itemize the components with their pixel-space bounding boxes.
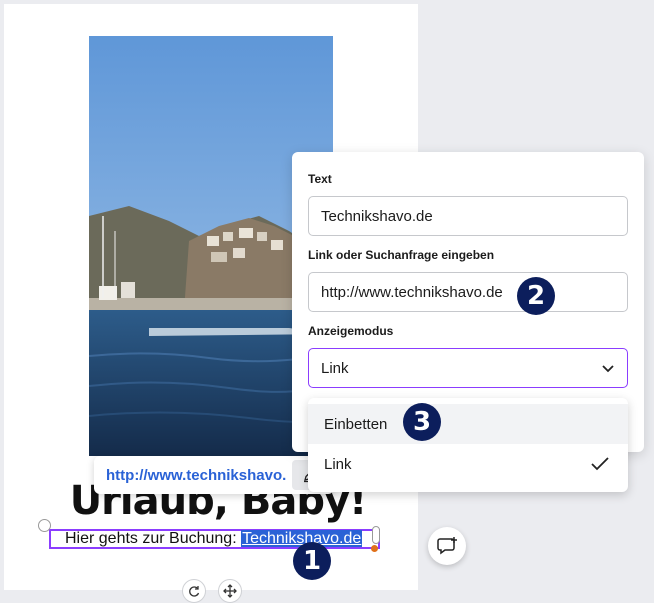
text-label: Text <box>308 172 332 186</box>
step-badge-1: 1 <box>293 542 331 580</box>
link-chip-url: http://www.technikshavo. <box>106 466 287 484</box>
step-badge-2: 2 <box>517 277 555 315</box>
option-link[interactable]: Link <box>308 444 628 484</box>
display-mode-dropdown: Einbetten Link <box>308 398 628 492</box>
rotate-icon[interactable] <box>182 579 206 603</box>
display-mode-select[interactable]: Link <box>308 348 628 388</box>
link-input[interactable]: http://www.technikshavo.de <box>308 272 628 312</box>
option-embed[interactable]: Einbetten <box>308 404 628 444</box>
link-label: Link oder Suchanfrage eingeben <box>308 248 495 262</box>
text-input[interactable]: Technikshavo.de <box>308 196 628 236</box>
selection-dot <box>371 545 378 552</box>
step-badge-3: 3 <box>403 403 441 441</box>
rotate-handle[interactable] <box>38 519 51 532</box>
move-icon[interactable] <box>218 579 242 603</box>
option-link-label: Link <box>324 455 352 473</box>
chevron-down-icon <box>601 361 615 379</box>
link-preview-chip[interactable]: http://www.technikshavo. <box>94 456 334 494</box>
body-text-prefix: Hier gehts zur Buchung: <box>65 530 242 547</box>
add-comment-icon[interactable] <box>428 527 466 565</box>
display-mode-value: Link <box>321 359 349 377</box>
resize-handle-right[interactable] <box>372 526 380 544</box>
check-icon <box>590 454 610 478</box>
option-embed-label: Einbetten <box>324 415 388 433</box>
selected-text-box[interactable]: Hier gehts zur Buchung: Technikshavo.de <box>49 529 380 549</box>
display-mode-label: Anzeigemodus <box>308 324 394 338</box>
